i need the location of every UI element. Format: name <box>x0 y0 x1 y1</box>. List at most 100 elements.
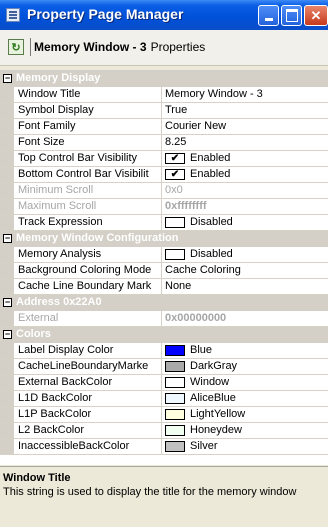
refresh-icon[interactable]: ↻ <box>8 39 24 55</box>
property-value[interactable]: Blue <box>190 344 212 356</box>
property-row[interactable]: Font Size 8.25 <box>0 135 328 151</box>
property-row[interactable]: External 0x00000000 <box>0 311 328 327</box>
property-name: Cache Line Boundary Mark <box>18 280 152 292</box>
column-separator[interactable] <box>161 311 162 326</box>
category-row[interactable]: − Memory Window Configuration <box>0 231 328 247</box>
toolbar: ↻ Memory Window - 3 Properties <box>0 30 328 66</box>
property-value[interactable]: Window <box>190 376 229 388</box>
property-value[interactable]: Silver <box>190 440 218 452</box>
collapse-icon[interactable]: − <box>3 298 12 307</box>
property-row[interactable]: Bottom Control Bar Visibilit ✔ Enabled <box>0 167 328 183</box>
row-gutter <box>0 343 14 358</box>
column-separator[interactable] <box>161 87 162 102</box>
property-name: Font Size <box>18 136 65 148</box>
column-separator[interactable] <box>161 247 162 262</box>
column-separator[interactable] <box>161 135 162 150</box>
row-gutter <box>0 135 14 150</box>
color-swatch[interactable] <box>165 345 185 356</box>
property-row[interactable]: Font Family Courier New <box>0 119 328 135</box>
property-grid: − Memory Display Window Title Memory Window… <box>0 70 328 465</box>
collapse-icon[interactable]: − <box>3 234 12 243</box>
category-label: Colors <box>16 328 51 340</box>
property-row[interactable]: Minimum Scroll 0x0 <box>0 183 328 199</box>
property-row[interactable]: Background Coloring Mode Cache Coloring <box>0 263 328 279</box>
property-value[interactable]: Courier New <box>165 120 226 132</box>
property-row[interactable]: Memory Analysis Disabled <box>0 247 328 263</box>
property-row[interactable]: External BackColor Window <box>0 375 328 391</box>
property-row[interactable]: InaccessibleBackColor Silver <box>0 439 328 455</box>
property-row[interactable]: Label Display Color Blue <box>0 343 328 359</box>
color-swatch[interactable] <box>165 393 185 404</box>
column-separator[interactable] <box>161 119 162 134</box>
column-separator[interactable] <box>161 167 162 182</box>
category-row[interactable]: − Memory Display <box>0 71 328 87</box>
property-row[interactable]: Maximum Scroll 0xffffffff <box>0 199 328 215</box>
maximize-icon[interactable] <box>281 5 302 26</box>
column-separator[interactable] <box>161 359 162 374</box>
column-separator[interactable] <box>161 391 162 406</box>
property-row[interactable]: Top Control Bar Visibility ✔ Enabled <box>0 151 328 167</box>
color-swatch[interactable] <box>165 409 185 420</box>
property-value[interactable]: LightYellow <box>190 408 245 420</box>
minimize-icon[interactable] <box>258 5 279 26</box>
column-separator[interactable] <box>161 183 162 198</box>
property-value[interactable]: 8.25 <box>165 136 186 148</box>
close-icon[interactable]: ✕ <box>304 5 328 26</box>
collapse-icon[interactable]: − <box>3 74 12 83</box>
property-value[interactable]: None <box>165 280 191 292</box>
row-gutter <box>0 311 14 326</box>
toolbar-separator <box>30 38 31 56</box>
property-row[interactable]: L1P BackColor LightYellow <box>0 407 328 423</box>
column-separator[interactable] <box>161 199 162 214</box>
property-name: Track Expression <box>18 216 103 228</box>
property-value[interactable]: AliceBlue <box>190 392 236 404</box>
property-row[interactable]: L1D BackColor AliceBlue <box>0 391 328 407</box>
checkbox[interactable]: ✔ <box>165 153 185 164</box>
property-row[interactable]: Symbol Display True <box>0 103 328 119</box>
property-value[interactable]: Enabled <box>190 168 230 180</box>
column-separator[interactable] <box>161 151 162 166</box>
property-row[interactable]: Window Title Memory Window - 3 <box>0 87 328 103</box>
property-value[interactable]: Disabled <box>190 216 233 228</box>
category-label: Memory Window Configuration <box>16 232 179 244</box>
row-gutter <box>0 87 14 102</box>
property-row[interactable]: Track Expression Disabled <box>0 215 328 231</box>
row-gutter <box>0 407 14 422</box>
collapse-icon[interactable]: − <box>3 330 12 339</box>
row-gutter <box>0 103 14 118</box>
property-page-icon <box>6 8 20 22</box>
property-row[interactable]: L2 BackColor Honeydew <box>0 423 328 439</box>
checkbox[interactable] <box>165 249 185 260</box>
category-row[interactable]: − Colors <box>0 327 328 343</box>
category-row[interactable]: − Address 0x22A0 <box>0 295 328 311</box>
property-row[interactable]: Cache Line Boundary Mark None <box>0 279 328 295</box>
color-swatch[interactable] <box>165 377 185 388</box>
property-row[interactable]: CacheLineBoundaryMarke DarkGray <box>0 359 328 375</box>
row-gutter <box>0 263 14 278</box>
checkbox[interactable] <box>165 217 185 228</box>
property-value[interactable]: Enabled <box>190 152 230 164</box>
column-separator[interactable] <box>161 375 162 390</box>
property-name: Font Family <box>18 120 76 132</box>
column-separator[interactable] <box>161 215 162 230</box>
color-swatch[interactable] <box>165 441 185 452</box>
property-value[interactable]: Cache Coloring <box>165 264 241 276</box>
color-swatch[interactable] <box>165 361 185 372</box>
property-value[interactable]: Memory Window - 3 <box>165 88 263 100</box>
column-separator[interactable] <box>161 407 162 422</box>
checkbox[interactable]: ✔ <box>165 169 185 180</box>
row-gutter <box>0 151 14 166</box>
property-value[interactable]: DarkGray <box>190 360 237 372</box>
property-value[interactable]: True <box>165 104 187 116</box>
property-value[interactable]: Honeydew <box>190 424 242 436</box>
column-separator[interactable] <box>161 439 162 454</box>
column-separator[interactable] <box>161 423 162 438</box>
column-separator[interactable] <box>161 263 162 278</box>
column-separator[interactable] <box>161 279 162 294</box>
color-swatch[interactable] <box>165 425 185 436</box>
title-bar[interactable]: Property Page Manager ✕ <box>0 0 328 30</box>
property-name: Minimum Scroll <box>18 184 94 196</box>
column-separator[interactable] <box>161 103 162 118</box>
column-separator[interactable] <box>161 343 162 358</box>
property-value[interactable]: Disabled <box>190 248 233 260</box>
